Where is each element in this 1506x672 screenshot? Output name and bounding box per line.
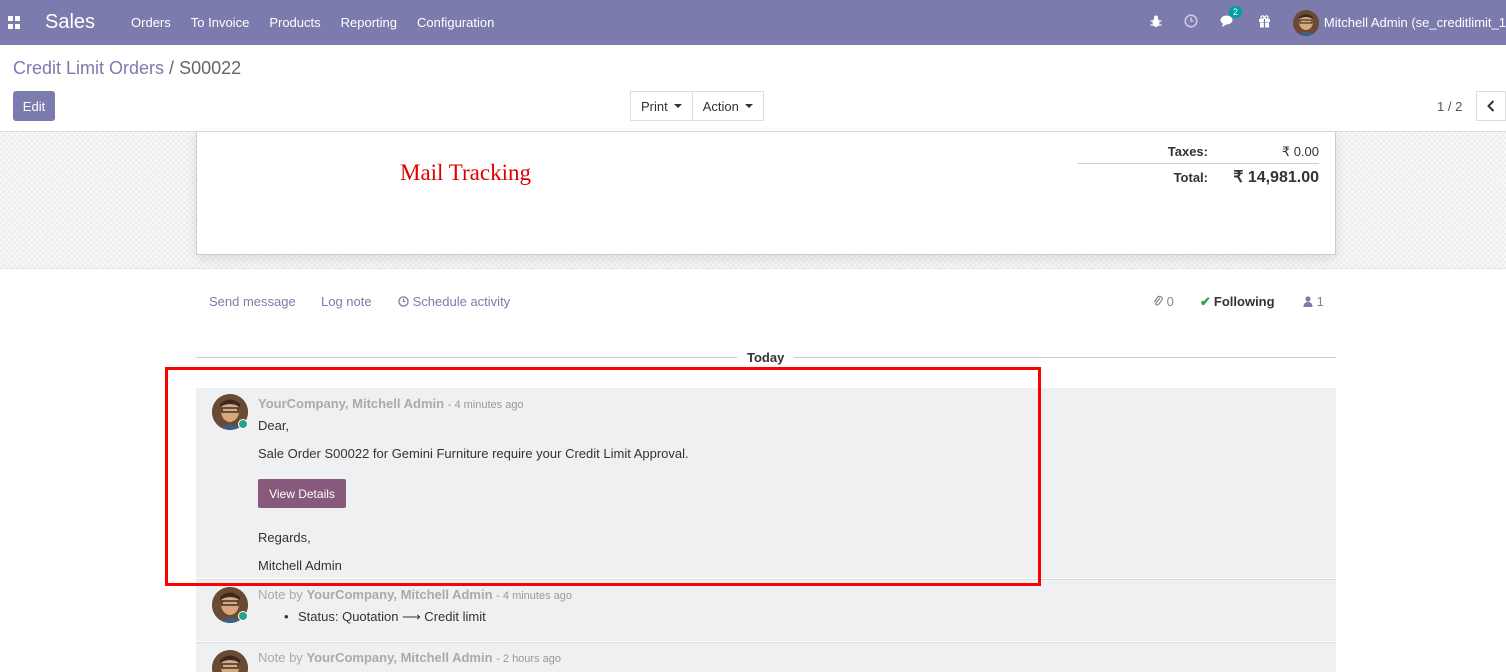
note-prefix: Note by	[258, 587, 303, 602]
pager-value[interactable]: 1 / 2	[1437, 99, 1462, 114]
apps-menu-icon[interactable]	[8, 16, 21, 29]
followers-count: 1	[1316, 294, 1324, 309]
chatter-message: Note by YourCompany, Mitchell Admin - 2 …	[196, 642, 1336, 672]
user-name[interactable]: Mitchell Admin (se_creditlimit_1	[1324, 15, 1506, 30]
author-avatar[interactable]	[212, 650, 248, 672]
menu-reporting[interactable]: Reporting	[341, 15, 397, 30]
print-dropdown[interactable]: Print	[630, 91, 693, 121]
top-navbar: Sales Orders To Invoice Products Reporti…	[0, 0, 1506, 45]
messages-badge: 2	[1228, 6, 1242, 18]
edit-button[interactable]: Edit	[13, 91, 55, 121]
action-label: Action	[702, 98, 739, 114]
schedule-activity-button[interactable]: Schedule activity	[398, 294, 510, 309]
user-icon	[1303, 296, 1313, 307]
log-note-button[interactable]: Log note	[321, 294, 372, 309]
user-avatar[interactable]	[1292, 9, 1319, 36]
gift-icon[interactable]	[1258, 14, 1271, 31]
bug-icon[interactable]	[1150, 15, 1162, 31]
breadcrumb-separator: /	[169, 58, 175, 78]
clock-icon	[398, 296, 409, 307]
menu-to-invoice[interactable]: To Invoice	[191, 15, 250, 30]
send-message-button[interactable]: Send message	[209, 294, 296, 309]
menu-configuration[interactable]: Configuration	[417, 15, 494, 30]
attachments-button[interactable]: 0	[1153, 294, 1174, 309]
check-icon: ✔	[1200, 294, 1211, 309]
total-row: Total: ₹ 14,981.00	[1078, 167, 1319, 187]
taxes-label: Taxes:	[1167, 144, 1208, 159]
note-prefix: Note by	[258, 650, 303, 665]
message-author[interactable]: YourCompany, Mitchell Admin	[306, 587, 492, 602]
followers-button[interactable]: 1	[1303, 294, 1324, 309]
order-totals: Taxes: ₹ 0.00 Total: ₹ 14,981.00	[1078, 140, 1319, 187]
breadcrumb-parent[interactable]: Credit Limit Orders	[13, 58, 164, 78]
mail-tracking-annotation: Mail Tracking	[400, 160, 531, 185]
message-header: Note by YourCompany, Mitchell Admin - 4 …	[258, 587, 572, 602]
messages-icon[interactable]: 2	[1220, 6, 1242, 31]
message-time: - 4 minutes ago	[496, 590, 572, 602]
print-label: Print	[641, 98, 668, 114]
total-value: ₹ 14,981.00	[1233, 169, 1319, 186]
taxes-row: Taxes: ₹ 0.00	[1078, 140, 1319, 164]
paperclip-icon	[1153, 295, 1163, 306]
breadcrumb: Credit Limit Orders / S00022	[13, 58, 241, 79]
menu-products[interactable]: Products	[269, 15, 320, 30]
app-brand[interactable]: Sales	[45, 11, 95, 34]
pager-previous-button[interactable]	[1476, 91, 1506, 121]
following-button[interactable]: ✔ Following	[1200, 294, 1275, 310]
highlight-annotation-box	[165, 367, 1041, 586]
tracking-value: Status: Quotation ⟶ Credit limit	[284, 609, 486, 625]
total-label: Total:	[1173, 169, 1208, 185]
date-separator-label: Today	[737, 350, 795, 365]
following-label: Following	[1213, 294, 1275, 309]
action-dropdown[interactable]: Action	[692, 91, 764, 121]
menu-orders[interactable]: Orders	[131, 15, 171, 30]
schedule-activity-label: Schedule activity	[412, 294, 511, 309]
attachments-count: 0	[1166, 294, 1174, 309]
message-author[interactable]: YourCompany, Mitchell Admin	[306, 650, 492, 665]
chevron-left-icon	[1487, 100, 1495, 112]
caret-down-icon	[673, 104, 682, 108]
online-status-icon	[238, 611, 248, 621]
chatter-message: Note by YourCompany, Mitchell Admin - 4 …	[196, 579, 1336, 641]
message-header: Note by YourCompany, Mitchell Admin - 2 …	[258, 650, 561, 665]
breadcrumb-current: S00022	[179, 58, 242, 78]
activity-clock-icon[interactable]	[1184, 14, 1198, 31]
caret-down-icon	[744, 104, 753, 108]
taxes-value: ₹ 0.00	[1281, 143, 1319, 159]
form-actions: Print Action	[630, 91, 764, 121]
message-time: - 2 hours ago	[496, 653, 561, 665]
